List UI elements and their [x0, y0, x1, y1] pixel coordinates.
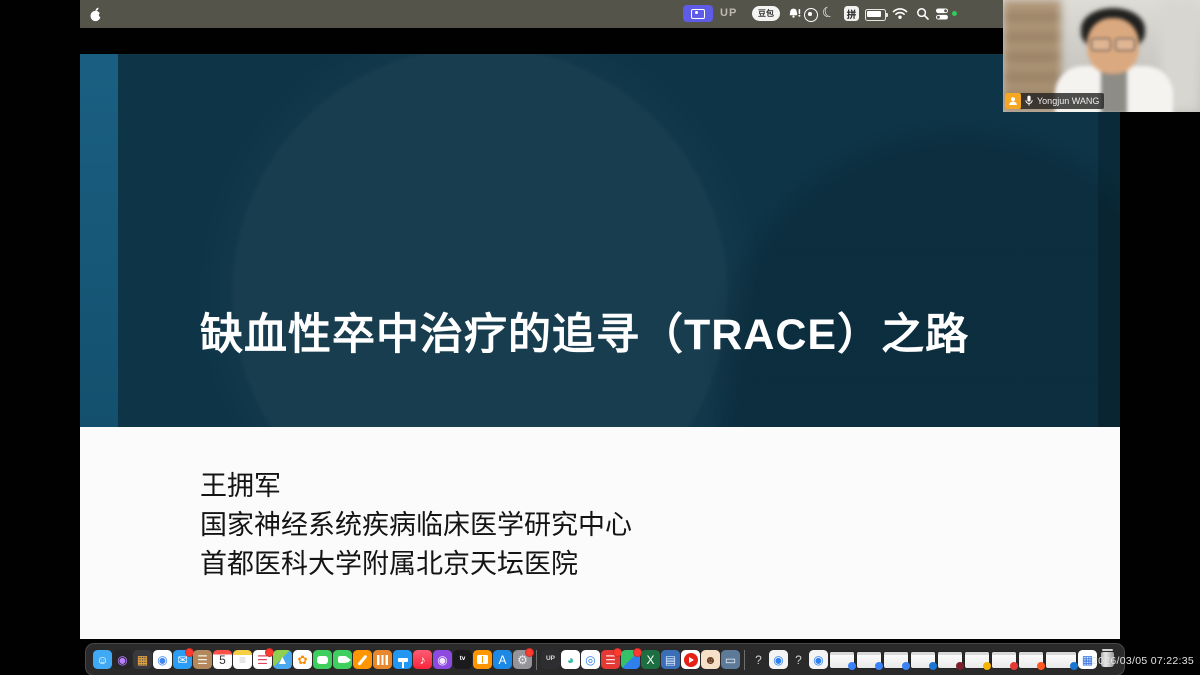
microphone-icon	[1024, 95, 1034, 107]
chart-app-icon[interactable]	[373, 650, 392, 669]
dock: ☺◉▦◉✉☰5≡☰▲✿♪◉tvA⚙UP◕◎☰X▤☻▭?◉?◉▦	[85, 643, 1125, 675]
minimized-window[interactable]	[911, 652, 935, 668]
document-file-icon[interactable]: ◉	[769, 650, 788, 669]
minimized-window[interactable]	[830, 652, 854, 668]
shirt	[1101, 70, 1127, 112]
apple-tv-icon[interactable]: tv	[453, 650, 472, 669]
online-status-dot	[952, 11, 957, 16]
memoji-avatar-icon[interactable]: ☻	[701, 650, 720, 669]
calendar-icon[interactable]: 5	[213, 650, 232, 669]
document-file-icon[interactable]: ◉	[809, 650, 828, 669]
minimized-window[interactable]	[992, 652, 1016, 668]
music-icon[interactable]: ♪	[413, 650, 432, 669]
minimized-window[interactable]	[857, 652, 881, 668]
missing-app-icon[interactable]: ?	[789, 650, 808, 669]
doubao-assistant-item[interactable]: 豆包	[752, 6, 780, 21]
minimized-window[interactable]	[1019, 652, 1043, 668]
notes-icon[interactable]: ≡	[233, 650, 252, 669]
doubao-label: 豆包	[758, 8, 774, 19]
desktop: UP 豆包 ☾ 拼	[0, 0, 1200, 675]
pages-icon[interactable]	[353, 650, 372, 669]
minimized-window[interactable]	[938, 652, 962, 668]
presenter-block: 王拥军 国家神经系统疾病临床医学研究中心 首都医科大学附属北京天坛医院	[200, 467, 632, 584]
mail-icon[interactable]: ✉	[173, 650, 192, 669]
launchpad-icon[interactable]: ▦	[133, 650, 152, 669]
meeting-app-icon[interactable]	[621, 650, 640, 669]
siri-icon[interactable]: ◉	[113, 650, 132, 669]
photos-icon[interactable]: ✿	[293, 650, 312, 669]
menubar-up-label[interactable]: UP	[720, 7, 737, 19]
maps-icon[interactable]: ▲	[273, 650, 292, 669]
facetime-icon[interactable]	[333, 650, 352, 669]
minimized-window[interactable]	[884, 652, 908, 668]
excel-icon[interactable]: X	[641, 650, 660, 669]
app-store-icon[interactable]: A	[493, 650, 512, 669]
participant-role-badge	[1005, 93, 1021, 109]
red-app-icon[interactable]: ☰	[601, 650, 620, 669]
focus-moon-icon[interactable]: ☾	[820, 2, 837, 22]
slide-decor-circle	[700, 114, 1120, 427]
screen-sharing-indicator[interactable]	[683, 5, 713, 22]
slide-title-section: 缺血性卒中治疗的追寻（TRACE）之路	[80, 54, 1120, 427]
system-settings-icon[interactable]: ⚙	[513, 650, 532, 669]
person-icon	[1008, 96, 1018, 106]
slide-title: 缺血性卒中治疗的追寻（TRACE）之路	[200, 300, 1080, 362]
apple-logo-icon	[89, 7, 102, 22]
participant-name: Yongjun WANG	[1037, 96, 1099, 106]
presenter-org-1: 国家神经系统疾病临床医学研究中心	[200, 506, 632, 545]
missing-app-icon[interactable]: ?	[749, 650, 768, 669]
pinyin-label: 拼	[847, 7, 857, 21]
slide-decor-circle	[200, 54, 760, 427]
bluegray-app-icon[interactable]: ▭	[721, 650, 740, 669]
finder-icon[interactable]: ☺	[93, 650, 112, 669]
glasses	[1091, 38, 1135, 49]
sheets-app-icon[interactable]: ▤	[661, 650, 680, 669]
apple-menu[interactable]	[88, 6, 102, 22]
books-icon[interactable]	[473, 650, 492, 669]
presenter-org-2: 首都医科大学附属北京天坛医院	[200, 545, 632, 584]
minimized-window[interactable]	[965, 652, 989, 668]
podcasts-icon[interactable]: ◉	[433, 650, 452, 669]
safari-icon[interactable]: ◎	[581, 650, 600, 669]
spotlight-search-icon[interactable]	[915, 6, 930, 21]
wifi-icon[interactable]	[892, 6, 908, 20]
input-method-pinyin[interactable]: 拼	[844, 6, 859, 21]
participant-video[interactable]: Yongjun WANG	[1003, 0, 1200, 112]
slide-presenter-section: 王拥军 国家神经系统疾病临床医学研究中心 首都医科大学附属北京天坛医院	[80, 427, 1120, 639]
chrome-icon[interactable]: ◉	[153, 650, 172, 669]
video-play-app-icon[interactable]	[681, 650, 700, 669]
record-indicator-icon[interactable]	[804, 8, 818, 22]
participant-name-tag: Yongjun WANG	[1005, 93, 1104, 109]
reminders-icon[interactable]: ☰	[253, 650, 272, 669]
edge-icon[interactable]: ◕	[561, 650, 580, 669]
slide-left-accent-band	[80, 54, 118, 427]
shared-slide: 缺血性卒中治疗的追寻（TRACE）之路 王拥军 国家神经系统疾病临床医学研究中心…	[80, 54, 1120, 639]
upmet-app-icon[interactable]: UP	[541, 650, 560, 669]
dock-separator	[744, 650, 745, 670]
messages-icon[interactable]	[313, 650, 332, 669]
notification-bell-icon[interactable]	[786, 6, 802, 22]
control-center-icon[interactable]	[935, 7, 949, 21]
keynote-icon[interactable]	[393, 650, 412, 669]
minimized-window[interactable]	[1046, 652, 1076, 668]
display-icon	[691, 9, 705, 19]
battery-icon[interactable]	[865, 9, 886, 21]
recording-timestamp: 2026/03/05 07:22:35	[1092, 655, 1194, 667]
presenter-name: 王拥军	[200, 467, 632, 506]
contacts-icon[interactable]: ☰	[193, 650, 212, 669]
dock-separator	[536, 650, 537, 670]
